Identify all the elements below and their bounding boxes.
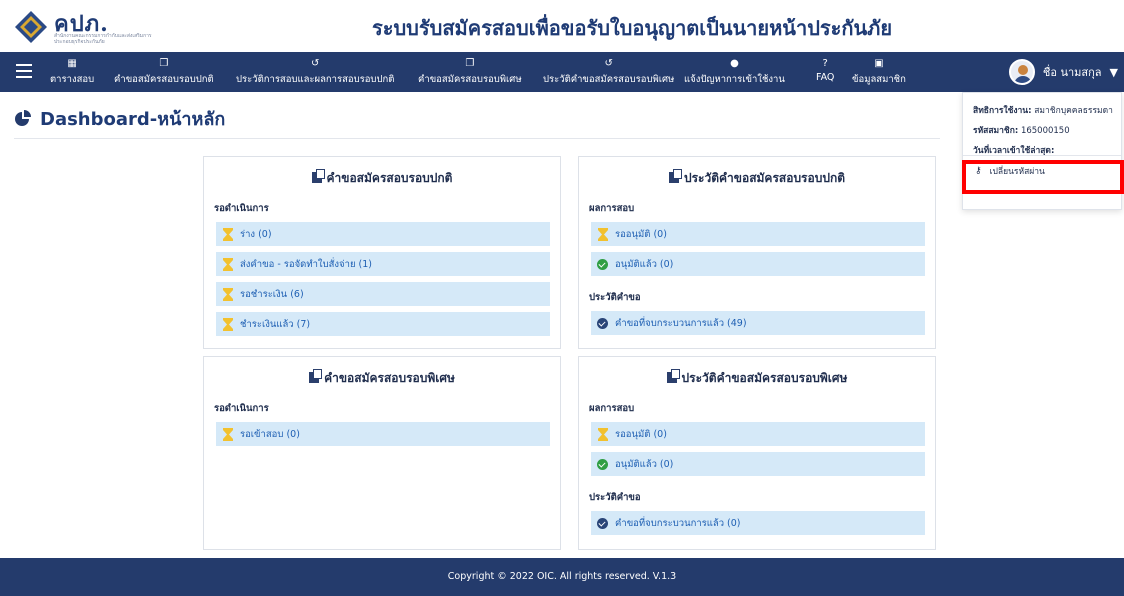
copyright-text: Copyright © 2022 OIC. All rights reserve… bbox=[447, 571, 677, 582]
nav-member-info[interactable]: ▣ ข้อมูลสมาชิก bbox=[852, 57, 906, 87]
copy-icon bbox=[311, 169, 325, 183]
copy-icon: ❐ bbox=[465, 58, 475, 69]
list-item-approved[interactable]: อนุมัติแล้ว (0) bbox=[591, 252, 925, 276]
hourglass-icon bbox=[223, 257, 233, 271]
section-label: ประวัติคำขอ bbox=[589, 492, 641, 503]
avatar bbox=[1008, 59, 1035, 85]
list-item-completed[interactable]: คำขอที่จบกระบวนการแล้ว (49) bbox=[591, 311, 925, 335]
nav-normal-exam-history[interactable]: ↺ ประวัติการสอบและผลการสอบรอบปกติ bbox=[236, 57, 394, 87]
oic-logo[interactable]: คปภ. สำนักงานคณะกรรมการกำกับและส่งเสริมก… bbox=[14, 6, 164, 46]
copy-icon bbox=[309, 369, 323, 383]
card-normal-history: ประวัติคำขอสมัครสอบรอบปกติ ผลการสอบ รออน… bbox=[578, 156, 936, 349]
nav-report-problem[interactable]: ● แจ้งปัญหาการเข้าใช้งาน bbox=[684, 57, 785, 87]
card-title: คำขอสมัครสอบรอบปกติ bbox=[204, 169, 560, 187]
nav-normal-request[interactable]: ❐ คำขอสมัครสอบรอบปกติ bbox=[114, 57, 214, 87]
section-label: รอดำเนินการ bbox=[214, 203, 269, 214]
hamburger-menu-icon[interactable] bbox=[16, 64, 32, 78]
nav-faq[interactable]: ? FAQ bbox=[816, 57, 834, 83]
list-item-paid[interactable]: ชำระเงินแล้ว (7) bbox=[216, 312, 550, 336]
card-normal-request: คำขอสมัครสอบรอบปกติ รอดำเนินการ ร่าง (0)… bbox=[203, 156, 561, 349]
main-navbar: ▦ ตารางสอบ ❐ คำขอสมัครสอบรอบปกติ ↺ ประวั… bbox=[0, 52, 1124, 92]
member-id: รหัสสมาชิก: 165000150 bbox=[973, 126, 1070, 136]
check-circle-icon bbox=[597, 258, 608, 270]
question-icon: ? bbox=[822, 58, 828, 69]
section-label: ผลการสอบ bbox=[589, 203, 635, 214]
copy-icon bbox=[666, 369, 680, 383]
calendar-icon: ▦ bbox=[67, 58, 77, 69]
user-menu-toggle[interactable]: ชื่อ นามสกุล ▼ bbox=[1008, 58, 1118, 86]
list-item-approved[interactable]: อนุมัติแล้ว (0) bbox=[591, 452, 925, 476]
card-title: คำขอสมัครสอบรอบพิเศษ bbox=[204, 369, 560, 387]
hourglass-icon bbox=[223, 287, 233, 301]
history-icon: ↺ bbox=[604, 58, 613, 69]
nav-exam-schedule[interactable]: ▦ ตารางสอบ bbox=[50, 57, 94, 87]
user-role: สิทธิการใช้งาน: สมาชิกบุคคลธรรมดา bbox=[973, 106, 1113, 116]
hourglass-icon bbox=[223, 227, 233, 241]
nav-special-request[interactable]: ❐ คำขอสมัครสอบรอบพิเศษ bbox=[418, 57, 522, 87]
section-label: ผลการสอบ bbox=[589, 403, 635, 414]
logo-subtitle: สำนักงานคณะกรรมการกำกับและส่งเสริมการประ… bbox=[54, 33, 152, 45]
copy-icon: ❐ bbox=[159, 58, 169, 69]
list-item-awaiting-payment[interactable]: รอชำระเงิน (6) bbox=[216, 282, 550, 306]
check-circle-icon bbox=[597, 317, 608, 329]
user-name: ชื่อ นามสกุล bbox=[1042, 66, 1102, 79]
nav-special-history[interactable]: ↺ ประวัติคำขอสมัครสอบรอบพิเศษ bbox=[543, 57, 674, 87]
site-title: ระบบรับสมัครสอบเพื่อขอรับใบอนุญาตเป็นนาย… bbox=[372, 16, 893, 40]
hourglass-icon bbox=[598, 227, 608, 241]
card-title: ประวัติคำขอสมัครสอบรอบปกติ bbox=[579, 169, 935, 187]
card-special-request: คำขอสมัครสอบรอบพิเศษ รอดำเนินการ รอเข้าส… bbox=[203, 356, 561, 550]
page-title: Dashboard-หน้าหลัก bbox=[14, 104, 225, 133]
copy-icon bbox=[668, 169, 682, 183]
list-item-submitted[interactable]: ส่งคำขอ - รอจัดทำใบสั่งจ่าย (1) bbox=[216, 252, 550, 276]
section-label: รอดำเนินการ bbox=[214, 403, 269, 414]
site-header: คปภ. สำนักงานคณะกรรมการกำกับและส่งเสริมก… bbox=[0, 0, 1124, 52]
chevron-down-icon: ▼ bbox=[1109, 65, 1118, 79]
comment-icon: ● bbox=[730, 58, 739, 69]
hourglass-icon bbox=[598, 427, 608, 441]
card-title: ประวัติคำขอสมัครสอบรอบพิเศษ bbox=[579, 369, 935, 387]
highlight-box bbox=[962, 160, 1124, 194]
id-card-icon: ▣ bbox=[874, 58, 884, 69]
check-circle-icon bbox=[597, 458, 608, 470]
oic-diamond-icon bbox=[15, 11, 47, 43]
hourglass-icon bbox=[223, 427, 233, 441]
footer: Copyright © 2022 OIC. All rights reserve… bbox=[0, 558, 1124, 596]
list-item-awaiting-exam[interactable]: รอเข้าสอบ (0) bbox=[216, 422, 550, 446]
list-item-pending-approval[interactable]: รออนุมัติ (0) bbox=[591, 222, 925, 246]
card-special-history: ประวัติคำขอสมัครสอบรอบพิเศษ ผลการสอบ รออ… bbox=[578, 356, 936, 550]
list-item-pending-approval[interactable]: รออนุมัติ (0) bbox=[591, 422, 925, 446]
list-item-completed[interactable]: คำขอที่จบกระบวนการแล้ว (0) bbox=[591, 511, 925, 535]
check-circle-icon bbox=[597, 517, 608, 529]
pie-chart-icon bbox=[15, 109, 31, 126]
title-divider bbox=[14, 138, 940, 139]
menu-divider bbox=[963, 155, 1121, 156]
section-label: ประวัติคำขอ bbox=[589, 292, 641, 303]
hourglass-icon bbox=[223, 317, 233, 331]
history-icon: ↺ bbox=[311, 58, 320, 69]
list-item-draft[interactable]: ร่าง (0) bbox=[216, 222, 550, 246]
